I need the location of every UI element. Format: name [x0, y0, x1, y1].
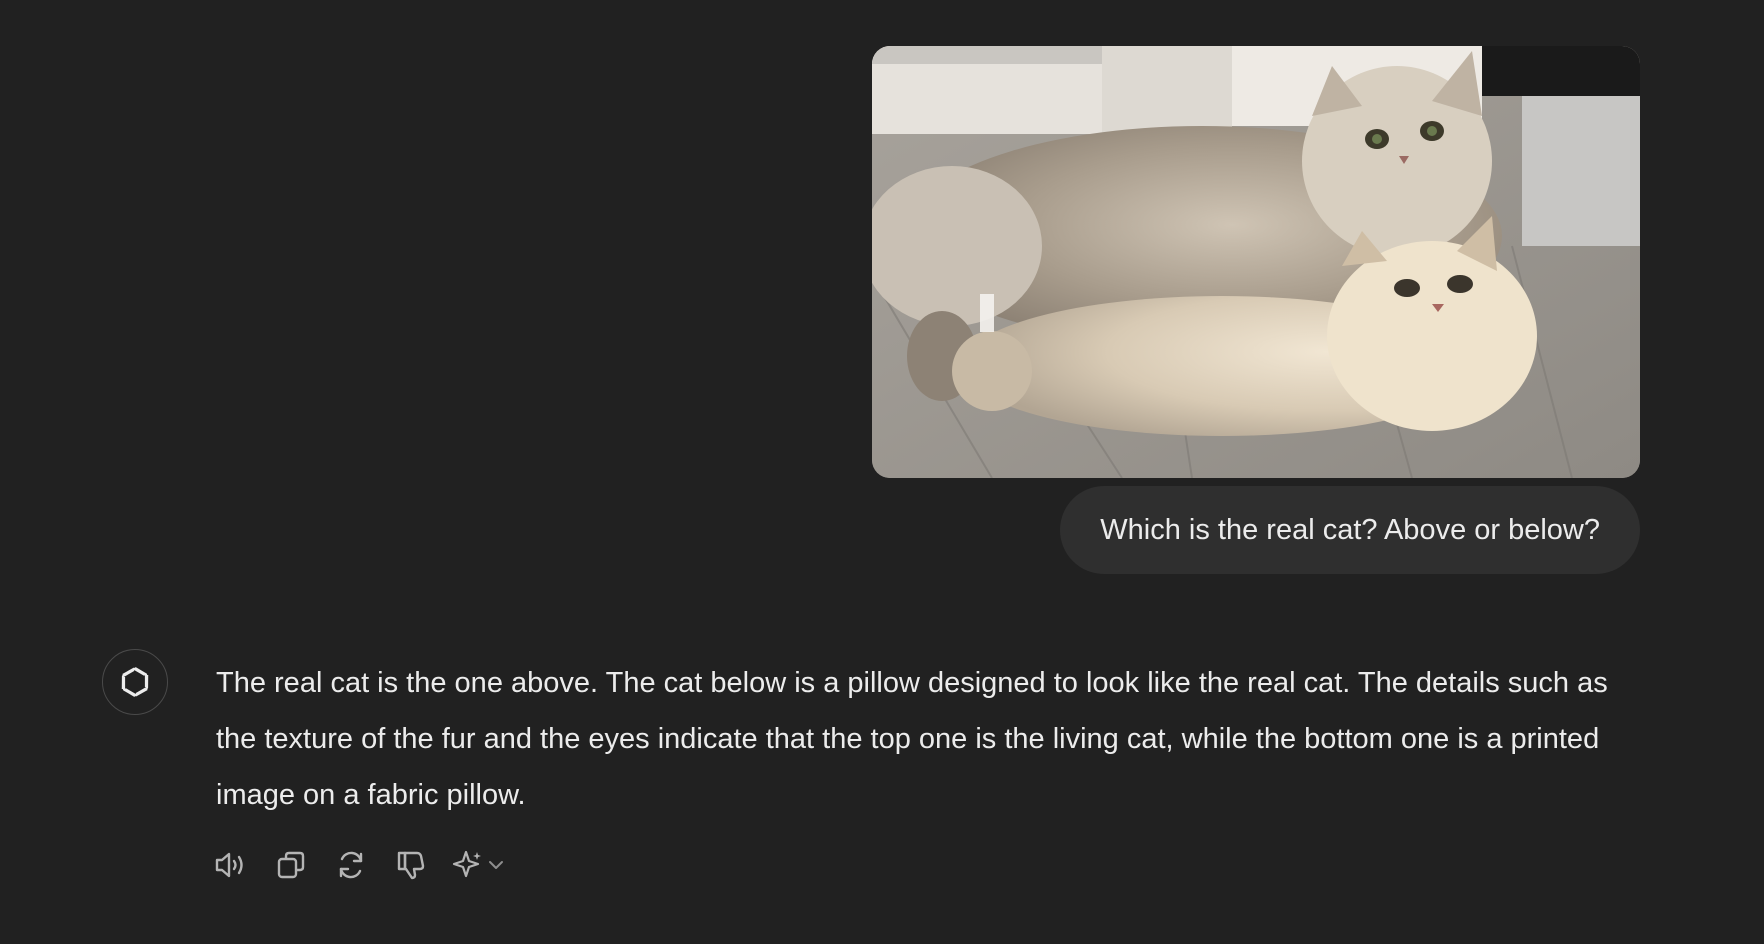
copy-icon	[277, 851, 305, 879]
read-aloud-button[interactable]	[212, 846, 250, 884]
user-message-text: Which is the real cat? Above or below?	[1100, 513, 1600, 546]
sparkle-icon	[452, 850, 481, 878]
chevron-down-icon	[489, 861, 503, 869]
chat-page: Which is the real cat? Above or below? T…	[0, 0, 1764, 944]
openai-logo-icon	[121, 667, 149, 697]
bad-response-button[interactable]	[392, 846, 430, 884]
change-model-button[interactable]	[452, 849, 506, 881]
user-message-bubble: Which is the real cat? Above or below?	[1060, 486, 1640, 574]
copy-button[interactable]	[272, 846, 310, 884]
message-actions	[212, 846, 506, 884]
speaker-icon	[215, 852, 243, 878]
thumbs-down-icon	[397, 851, 425, 880]
cat-photo-image	[872, 46, 1640, 478]
regenerate-icon	[339, 851, 363, 879]
user-uploaded-image[interactable]	[872, 46, 1640, 478]
assistant-message-text: The real cat is the one above. The cat b…	[216, 667, 1608, 811]
regenerate-button[interactable]	[332, 846, 370, 884]
assistant-avatar	[102, 649, 168, 715]
